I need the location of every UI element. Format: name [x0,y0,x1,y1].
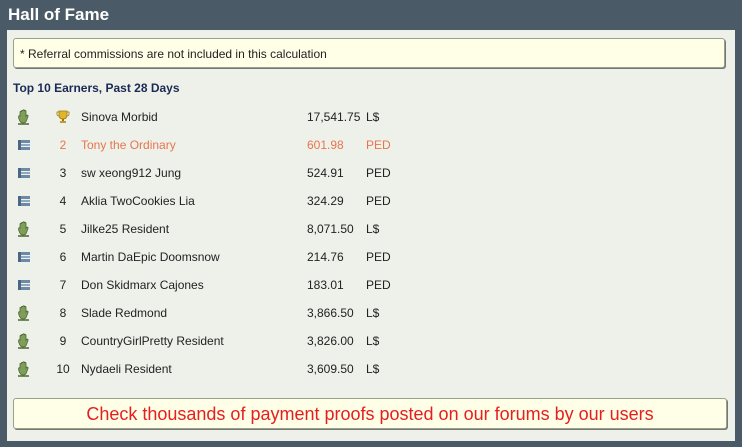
currency: PED [366,250,391,264]
sl-hand-icon [13,299,45,327]
sl-hand-icon [13,355,45,383]
currency: PED [366,194,391,208]
currency: L$ [366,110,380,124]
rank-number: 9 [59,334,67,348]
leaderboard-row: 7 Don Skidmarx Cajones 183.01 PED [13,271,426,299]
sl-hand-icon [13,103,45,131]
earner-name: Nydaeli Resident [81,362,172,376]
earned-amount: 3,609.50 [307,362,354,376]
entropia-icon [13,187,45,215]
entropia-icon [13,159,45,187]
rank-number: 2 [59,138,67,152]
entropia-icon [13,243,45,271]
rank-number: 3 [59,166,67,180]
leaderboard-row: 9 CountryGirlPretty Resident 3,826.00 L$ [13,327,426,355]
earned-amount: 3,826.00 [307,334,354,348]
earner-name: Sinova Morbid [81,110,158,124]
leaderboard-heading: Top 10 Earners, Past 28 Days [13,81,180,95]
earner-name: sw xeong912 Jung [81,166,182,180]
earner-name: CountryGirlPretty Resident [81,334,224,348]
earner-name: Tony the Ordinary [81,138,176,152]
earner-name: Slade Redmond [81,306,168,320]
currency: L$ [366,362,380,376]
rank-number: 8 [59,306,67,320]
trophy-icon [45,103,81,131]
rank-number: 10 [56,362,70,376]
rank-number: 5 [59,222,67,236]
leaderboard-row: 10 Nydaeli Resident 3,609.50 L$ [13,355,426,383]
sl-hand-icon [13,327,45,355]
earner-name: Martin DaEpic Doomsnow [81,250,220,264]
payment-proofs-banner[interactable]: Check thousands of payment proofs posted… [13,398,727,429]
currency: PED [366,166,391,180]
rank-number: 4 [59,194,67,208]
earned-amount: 524.91 [307,166,344,180]
earner-name: Don Skidmarx Cajones [81,278,204,292]
currency: L$ [366,334,380,348]
window-title: Hall of Fame [8,5,110,24]
leaderboard-row: 4 Aklia TwoCookies Lia 324.29 PED [13,187,426,215]
earned-amount: 3,866.50 [307,306,354,320]
content-panel: * Referral commissions are not included … [7,30,735,441]
referral-note-text: * Referral commissions are not included … [20,47,327,61]
rank-number: 7 [59,278,67,292]
currency: L$ [366,222,380,236]
leaderboard-row: Sinova Morbid 17,541.75 L$ [13,103,426,131]
referral-note-box: * Referral commissions are not included … [13,38,725,68]
earned-amount: 324.29 [307,194,344,208]
earned-amount: 8,071.50 [307,222,354,236]
leaderboard-table: Sinova Morbid 17,541.75 L$ 2 Tony the Ordina… [13,103,426,383]
earner-name: Jilke25 Resident [81,222,170,236]
entropia-icon [13,131,45,159]
sl-hand-icon [13,215,45,243]
leaderboard-row: 3 sw xeong912 Jung 524.91 PED [13,159,426,187]
currency: L$ [366,306,380,320]
leaderboard-row: 2 Tony the Ordinary 601.98 PED [13,131,426,159]
payment-proofs-link[interactable]: Check thousands of payment proofs posted… [86,404,653,425]
earned-amount: 601.98 [307,138,344,152]
leaderboard-row: 5 Jilke25 Resident 8,071.50 L$ [13,215,426,243]
entropia-icon [13,271,45,299]
currency: PED [366,278,391,292]
earned-amount: 183.01 [307,278,344,292]
earned-amount: 17,541.75 [307,110,361,124]
leaderboard-row: 8 Slade Redmond 3,866.50 L$ [13,299,426,327]
rank-number: 6 [59,250,67,264]
earner-name: Aklia TwoCookies Lia [81,194,195,208]
hall-of-fame-window: Hall of Fame * Referral commissions are … [0,0,742,447]
leaderboard-row: 6 Martin DaEpic Doomsnow 214.76 PED [13,243,426,271]
earned-amount: 214.76 [307,250,344,264]
currency: PED [366,138,391,152]
